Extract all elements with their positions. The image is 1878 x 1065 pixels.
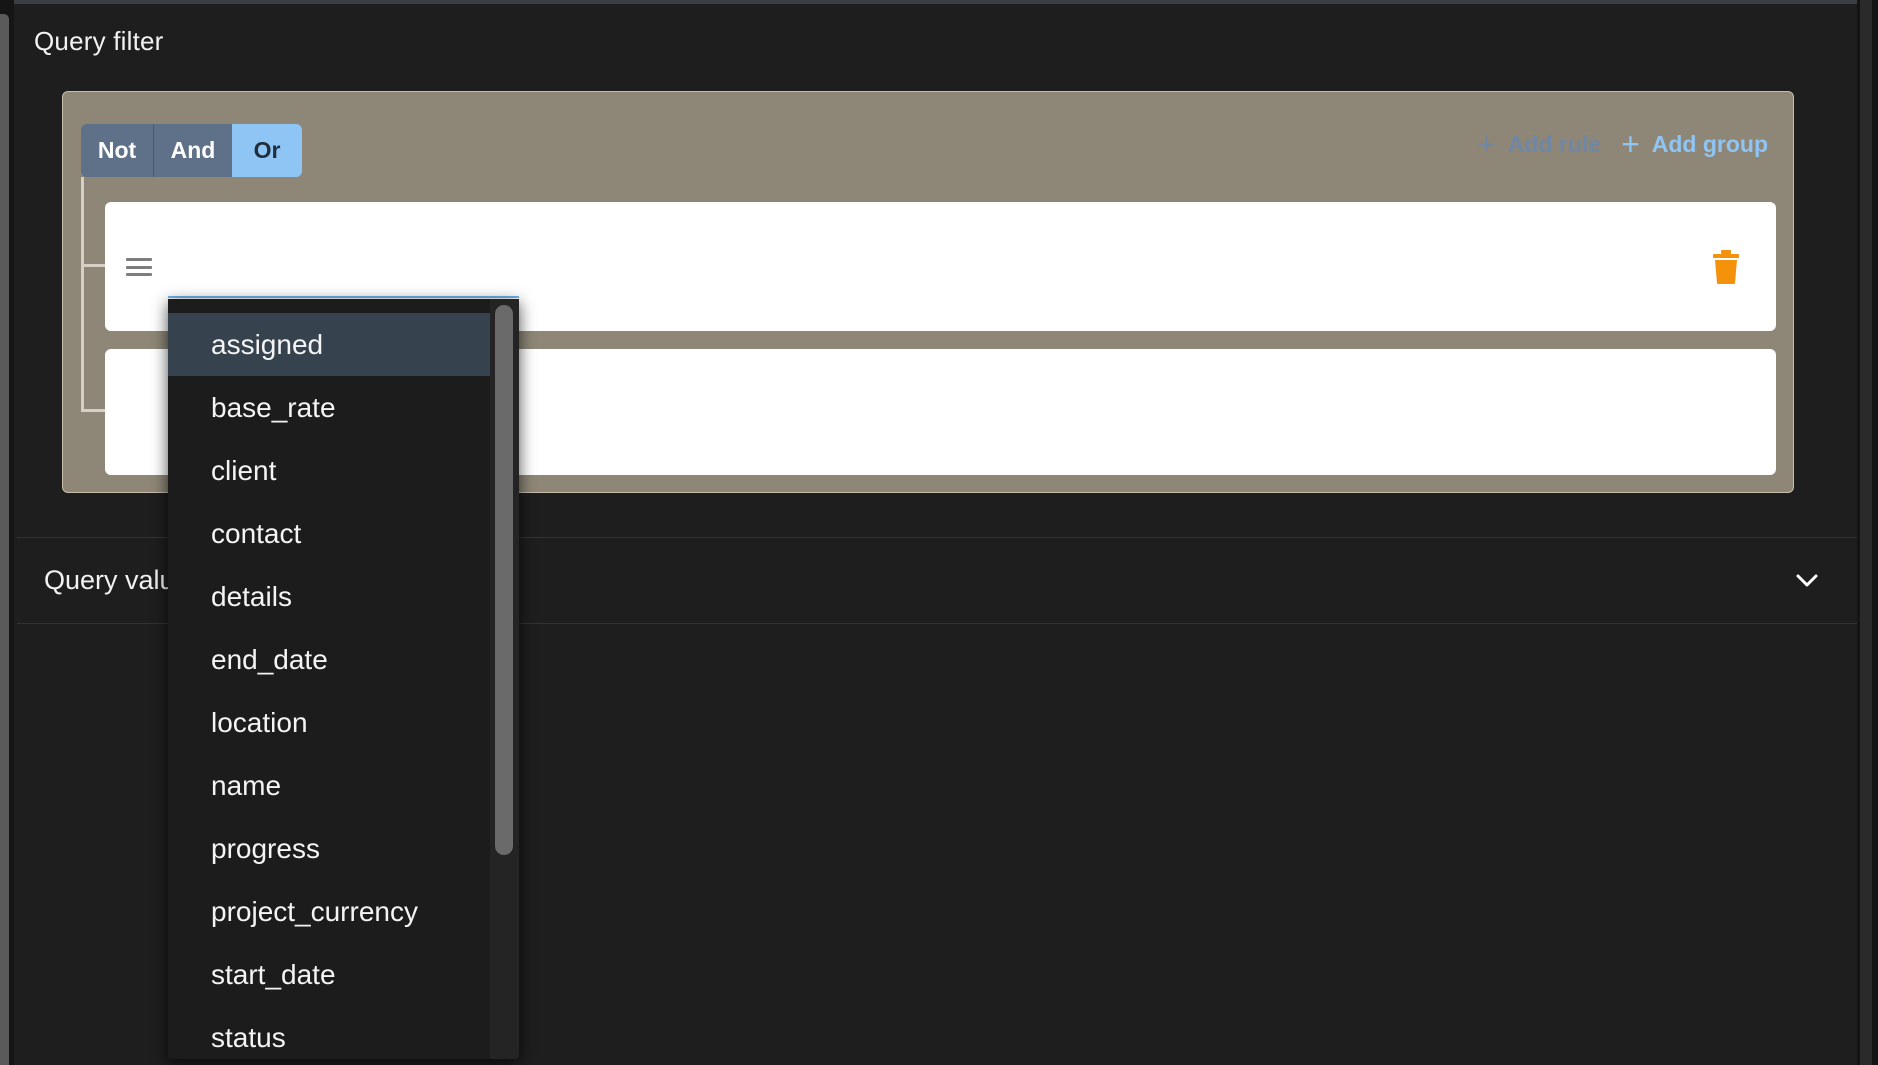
dropdown-option-client[interactable]: client <box>168 439 490 502</box>
dropdown-option-contact[interactable]: contact <box>168 502 490 565</box>
plus-icon: + <box>1477 126 1496 162</box>
dropdown-scrollbar-thumb[interactable] <box>495 305 513 855</box>
tree-branch <box>81 409 105 412</box>
drag-handle-icon[interactable] <box>126 258 152 276</box>
field-select-underline <box>168 296 519 298</box>
add-group-button[interactable]: + Add group <box>1621 128 1768 160</box>
dropdown-option-status[interactable]: status <box>168 1006 490 1059</box>
query-values-title: Query valu <box>44 565 175 595</box>
dropdown-option-base-rate[interactable]: base_rate <box>168 376 490 439</box>
and-button[interactable]: And <box>154 124 232 177</box>
dropdown-option-project-currency[interactable]: project_currency <box>168 880 490 943</box>
tree-branch <box>81 264 105 267</box>
plus-icon: + <box>1621 126 1640 162</box>
dropdown-option-progress[interactable]: progress <box>168 817 490 880</box>
dropdown-option-details[interactable]: details <box>168 565 490 628</box>
or-button[interactable]: Or <box>232 124 302 177</box>
dropdown-list: assigned base_rate client contact detail… <box>168 313 490 1059</box>
dropdown-option-location[interactable]: location <box>168 691 490 754</box>
add-group-label: Add group <box>1651 130 1768 157</box>
right-scrollbar[interactable] <box>1860 0 1872 1065</box>
add-rule-label: Add rule <box>1507 130 1602 157</box>
dropdown-option-name[interactable]: name <box>168 754 490 817</box>
not-button[interactable]: Not <box>81 124 154 177</box>
query-filter-title: Query filter <box>34 26 164 56</box>
field-dropdown: assigned base_rate client contact detail… <box>168 299 519 1059</box>
left-scrollbar[interactable] <box>0 14 9 1065</box>
trash-icon[interactable] <box>1713 250 1739 284</box>
add-rule-button[interactable]: + Add rule <box>1477 128 1601 160</box>
group-actions: + Add rule + Add group <box>1477 128 1768 160</box>
chevron-down-icon[interactable] <box>1794 568 1820 594</box>
tree-connector <box>81 177 84 411</box>
dropdown-option-start-date[interactable]: start_date <box>168 943 490 1006</box>
dropdown-option-end-date[interactable]: end_date <box>168 628 490 691</box>
combinator-toggle: Not And Or <box>81 124 302 177</box>
dropdown-option-assigned[interactable]: assigned <box>168 313 490 376</box>
